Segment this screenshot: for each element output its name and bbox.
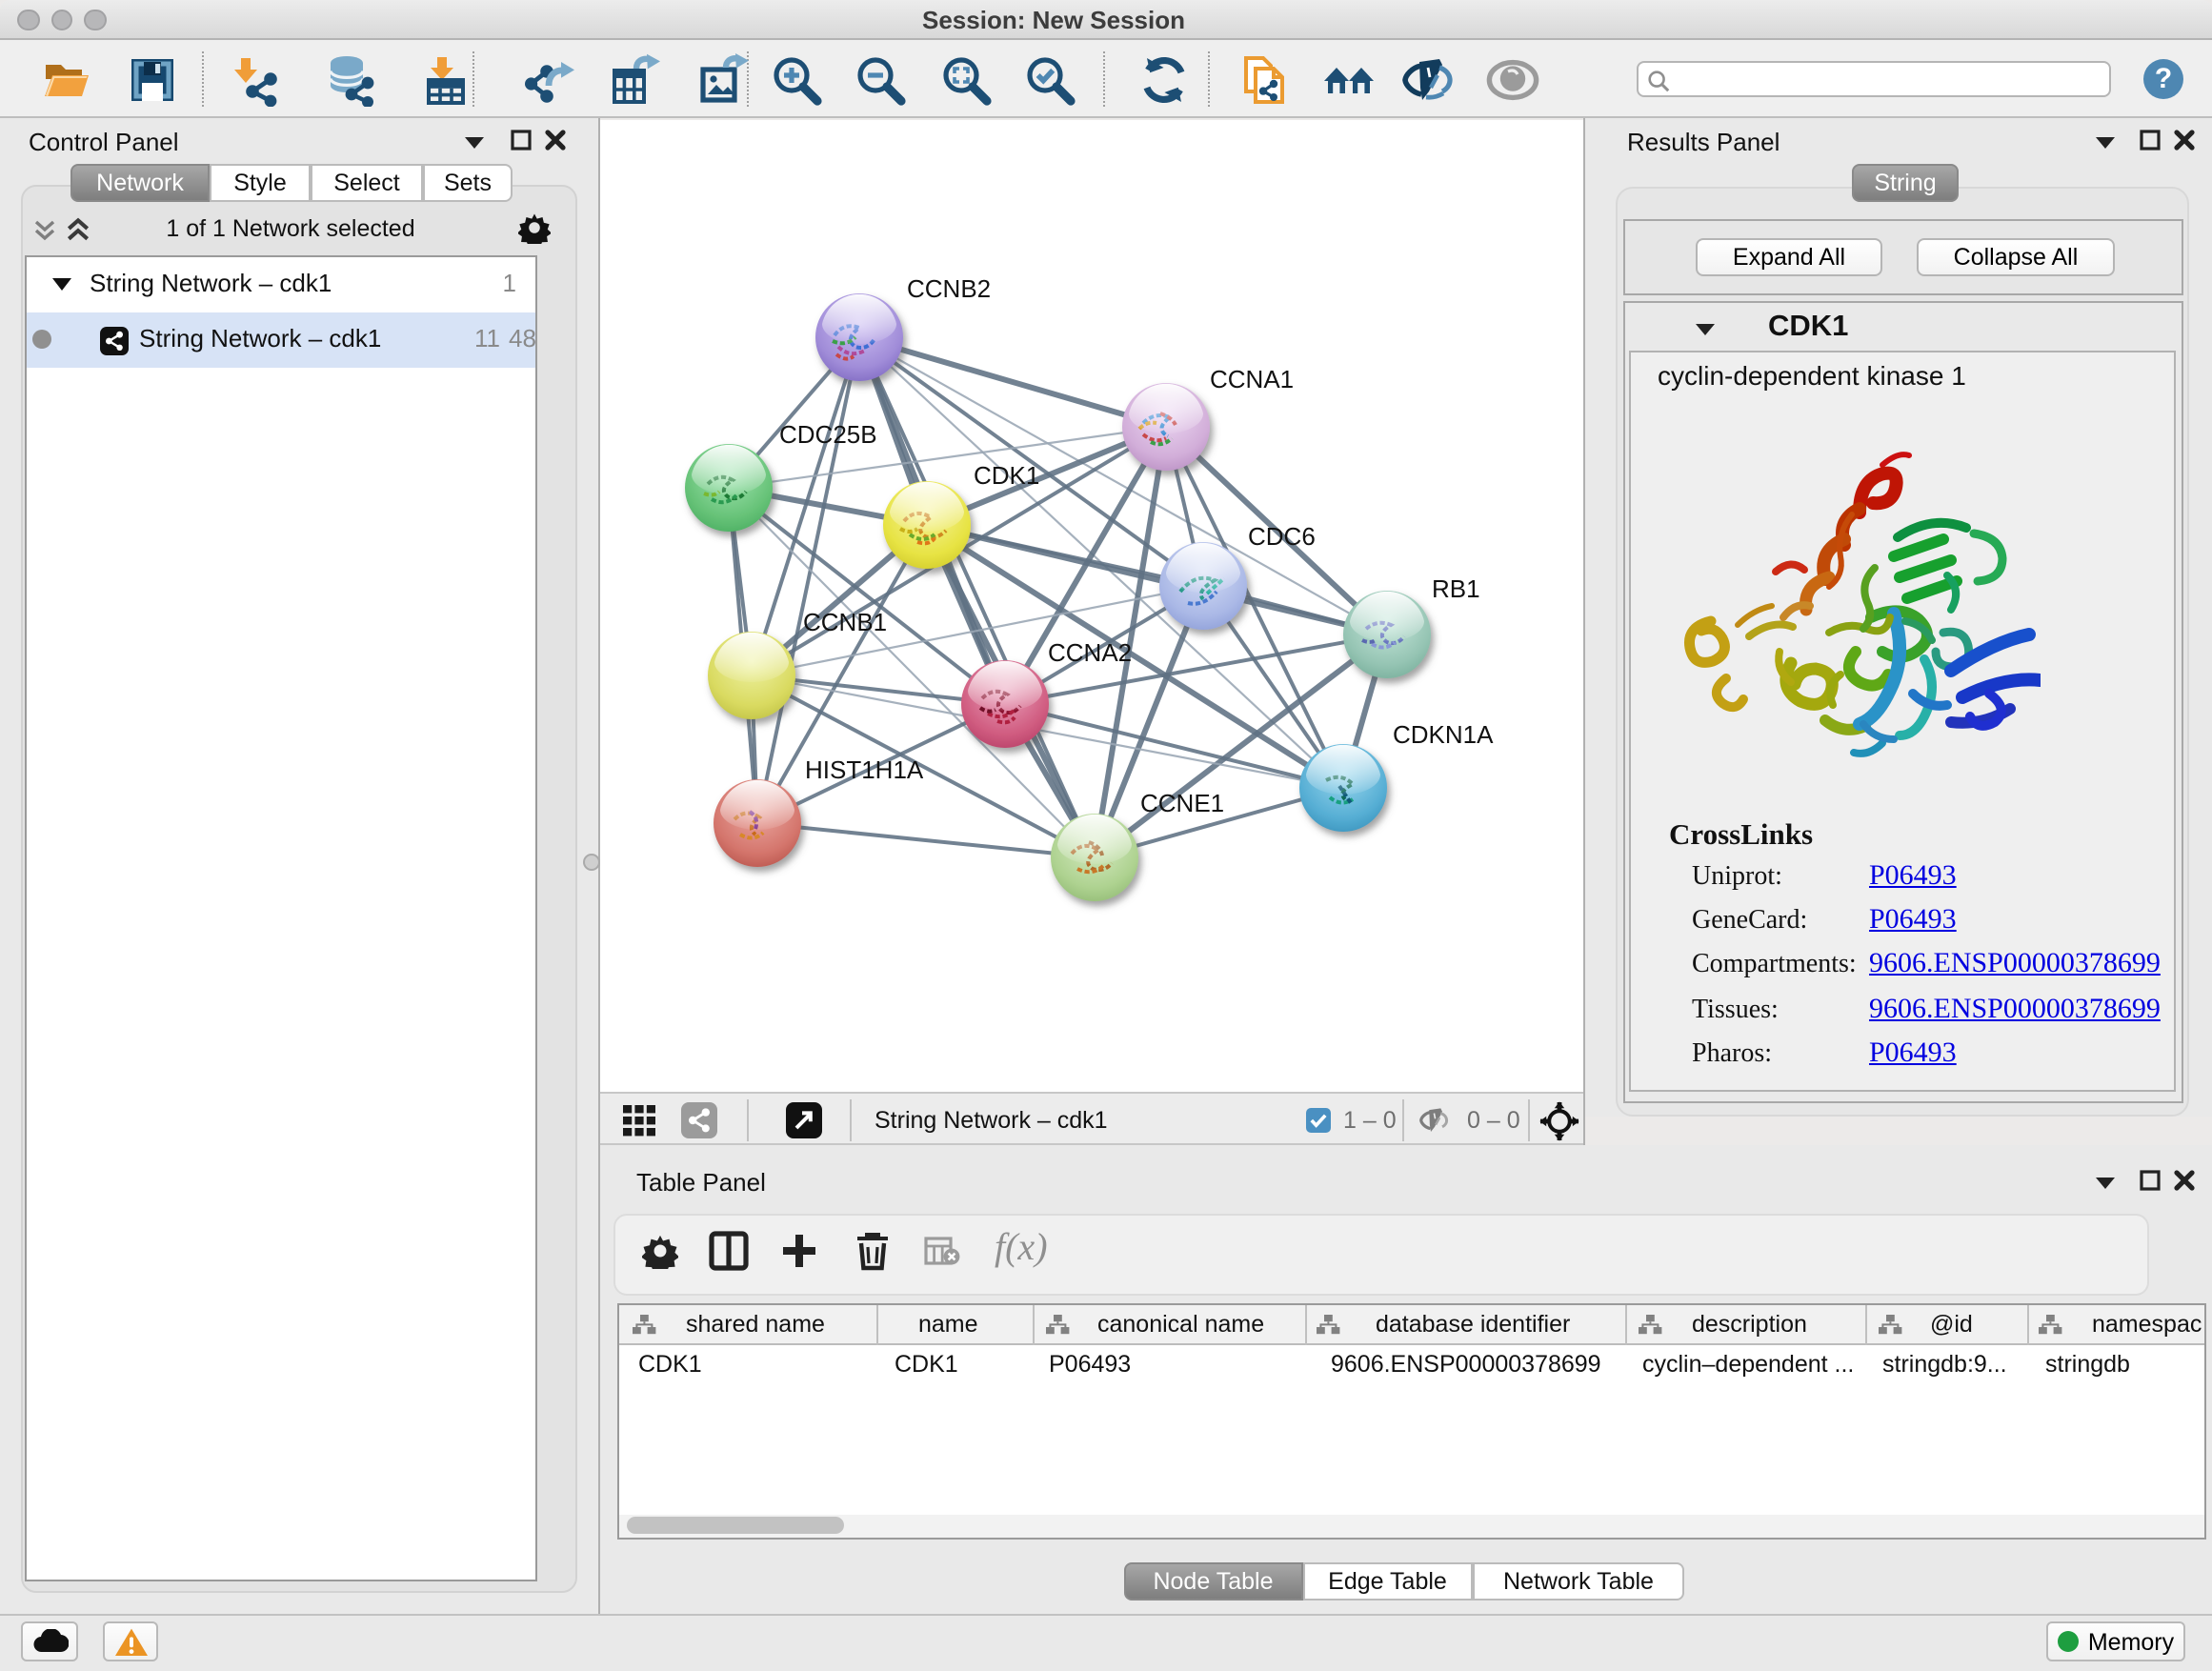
svg-text:CCNB1: CCNB1	[803, 608, 887, 636]
svg-text:RB1: RB1	[1432, 574, 1480, 603]
svg-text:CCNE1: CCNE1	[1140, 789, 1224, 817]
svg-text:CDKN1A: CDKN1A	[1393, 720, 1494, 749]
svg-text:CDC6: CDC6	[1248, 522, 1316, 551]
svg-text:CCNB2: CCNB2	[907, 274, 991, 303]
svg-text:CCNA2: CCNA2	[1048, 638, 1132, 667]
svg-text:CCNA1: CCNA1	[1210, 365, 1294, 393]
svg-text:CDC25B: CDC25B	[779, 420, 877, 449]
svg-text:CDK1: CDK1	[974, 461, 1039, 490]
svg-text:HIST1H1A: HIST1H1A	[805, 755, 924, 784]
